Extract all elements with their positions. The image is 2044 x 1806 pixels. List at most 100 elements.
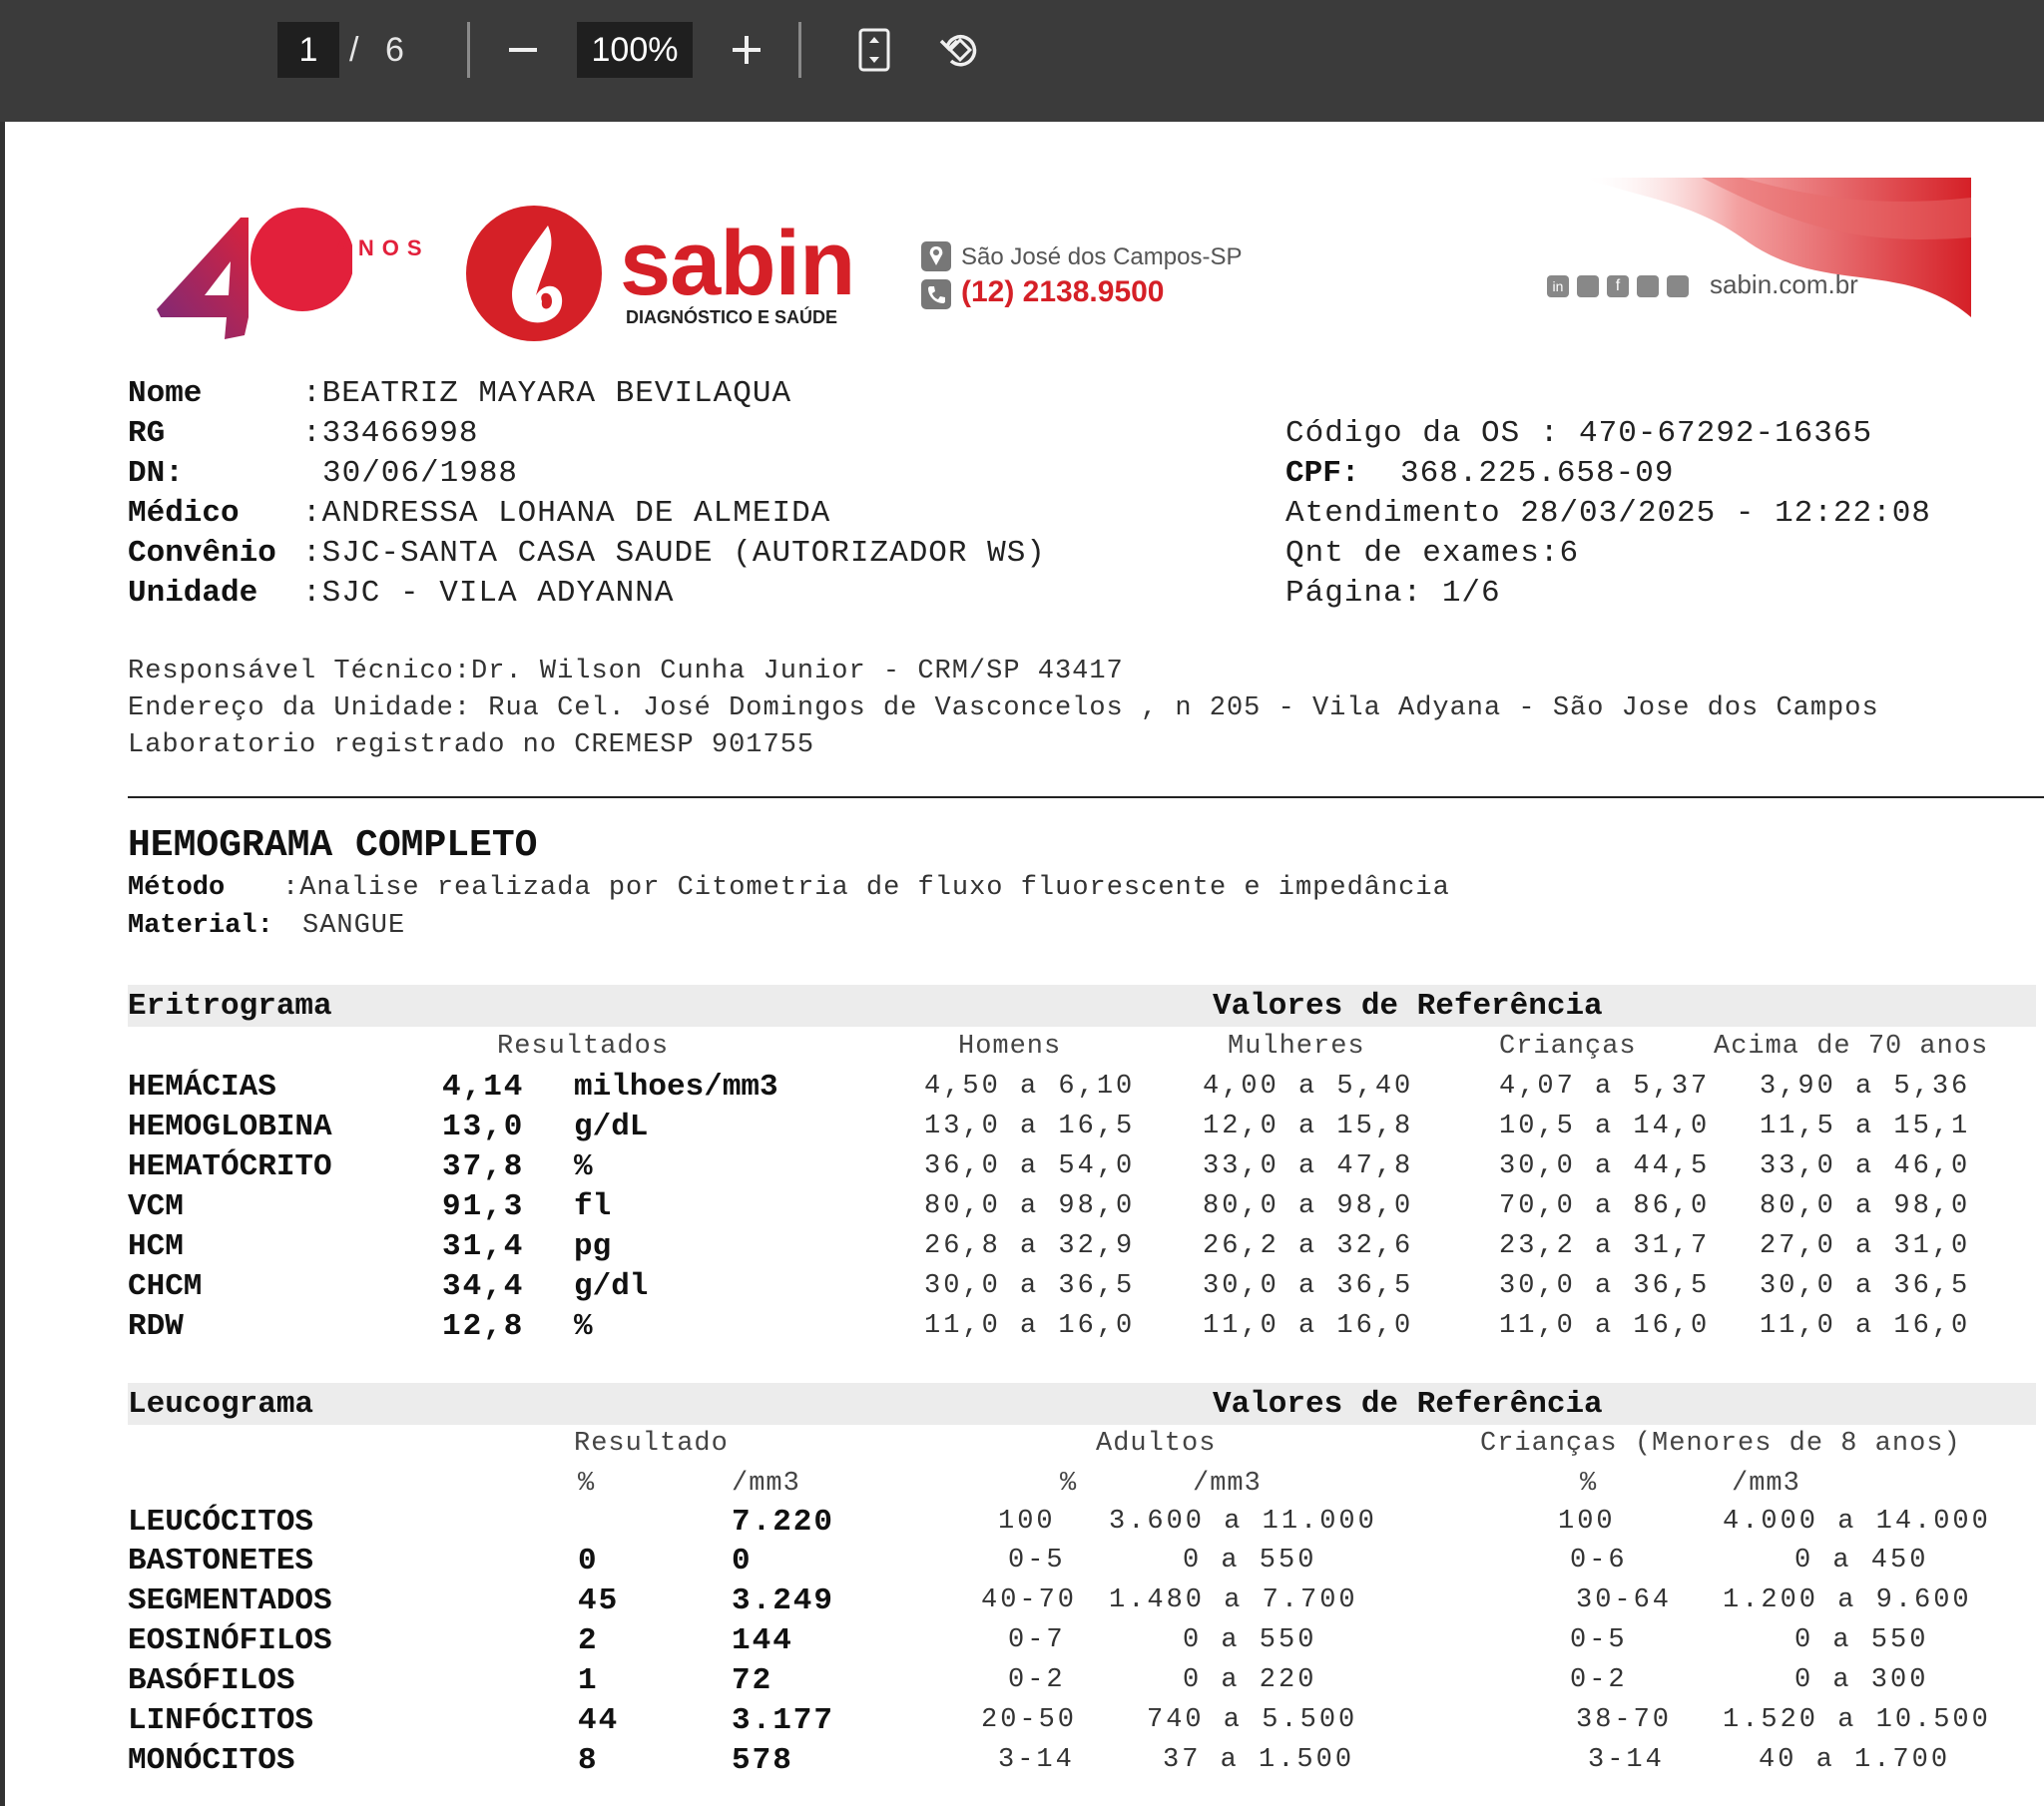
ref-homens: 80,0 a 98,0 xyxy=(924,1191,1136,1221)
pagina: Página: 1/6 xyxy=(1285,576,1501,611)
row-name: HEMATÓCRITO xyxy=(128,1149,332,1184)
ref-homens: 36,0 a 54,0 xyxy=(924,1151,1136,1181)
medico-label: Médico xyxy=(128,496,240,531)
ref-criancas-pct: 100 xyxy=(1558,1507,1616,1537)
ref-criancas: 4,07 a 5,37 xyxy=(1499,1072,1711,1102)
sub-mm3: /mm3 xyxy=(1732,1469,1800,1499)
ref-acima70: 30,0 a 36,5 xyxy=(1760,1271,1971,1301)
zoom-in-icon[interactable] xyxy=(719,22,774,78)
eritrograma-header-band xyxy=(128,985,2036,1027)
cpf-label: CPF: xyxy=(1285,456,1360,491)
ref-adultos-pct: 40-70 xyxy=(981,1585,1078,1615)
ref-acima70: 11,5 a 15,1 xyxy=(1760,1112,1971,1141)
twitter-icon[interactable] xyxy=(1577,275,1599,297)
anniversary-logo: ANOS xyxy=(153,200,442,339)
row-name: HEMOGLOBINA xyxy=(128,1110,332,1144)
nome-label: Nome xyxy=(128,376,203,411)
row-name: EOSINÓFILOS xyxy=(128,1623,332,1658)
exam-title: HEMOGRAMA COMPLETO xyxy=(128,824,538,867)
instagram-icon[interactable] xyxy=(1637,275,1659,297)
material-label: Material: xyxy=(128,911,273,941)
phone-icon xyxy=(921,279,951,314)
zoom-out-icon[interactable] xyxy=(495,22,551,78)
ref-criancas-pct: 0-5 xyxy=(1570,1625,1628,1655)
ref-adultos-range: 0 a 220 xyxy=(1183,1665,1317,1695)
row-mm3: 72 xyxy=(732,1663,773,1698)
row-pct: 8 xyxy=(578,1743,599,1778)
row-name: LEUCÓCITOS xyxy=(128,1505,314,1540)
qnt-exames: Qnt de exames:6 xyxy=(1285,536,1580,571)
row-value: 37,8 xyxy=(442,1149,525,1184)
row-name: BASTONETES xyxy=(128,1544,314,1579)
ref-criancas-pct: 38-70 xyxy=(1576,1705,1673,1735)
ref-homens: 13,0 a 16,5 xyxy=(924,1112,1136,1141)
fit-page-icon[interactable] xyxy=(846,22,902,78)
ref-adultos-range: 3.600 a 11.000 xyxy=(1109,1507,1377,1537)
lab-city: São José dos Campos-SP xyxy=(961,243,1243,270)
row-pct: 44 xyxy=(578,1703,620,1738)
ref-adultos-pct: 100 xyxy=(998,1507,1056,1537)
decorative-ribbon xyxy=(1582,178,1971,332)
row-name: HEMÁCIAS xyxy=(128,1070,276,1105)
ref-acima70: 80,0 a 98,0 xyxy=(1760,1191,1971,1221)
ref-adultos-pct: 0-2 xyxy=(1008,1665,1066,1695)
ref-adultos-pct: 0-7 xyxy=(1008,1625,1066,1655)
codigo-os: Código da OS : 470-67292-16365 xyxy=(1285,416,1873,451)
row-name: HCM xyxy=(128,1229,184,1264)
website-link[interactable]: sabin.com.br xyxy=(1710,269,1858,300)
row-value: 13,0 xyxy=(442,1110,525,1144)
row-value: 31,4 xyxy=(442,1229,525,1264)
row-unit: pg xyxy=(574,1229,612,1264)
ref-adultos-pct: 3-14 xyxy=(998,1745,1075,1775)
ref-mulheres: 80,0 a 98,0 xyxy=(1203,1191,1414,1221)
ref-criancas-pct: 30-64 xyxy=(1576,1585,1673,1615)
endereco-unidade: Endereço da Unidade: Rua Cel. José Domin… xyxy=(128,693,1879,723)
col-resultado: Resultado xyxy=(574,1429,729,1459)
ref-criancas: 23,2 a 31,7 xyxy=(1499,1231,1711,1261)
row-unit: fl xyxy=(574,1189,612,1224)
linkedin-icon[interactable]: in xyxy=(1547,275,1569,297)
rg-value: :33466998 xyxy=(302,416,479,451)
youtube-icon[interactable] xyxy=(1667,275,1689,297)
page-number-input[interactable]: 1 xyxy=(277,22,339,78)
rotate-icon[interactable] xyxy=(932,22,988,78)
row-unit: milhoes/mm3 xyxy=(574,1070,778,1105)
ref-homens: 30,0 a 36,5 xyxy=(924,1271,1136,1301)
row-pct: 1 xyxy=(578,1663,599,1698)
col-adultos: Adultos xyxy=(1096,1429,1217,1459)
lab-phone: (12) 2138.9500 xyxy=(961,275,1165,308)
anniversary-word: ANOS xyxy=(334,235,430,260)
ref-acima70: 27,0 a 31,0 xyxy=(1760,1231,1971,1261)
row-name: MONÓCITOS xyxy=(128,1743,295,1778)
dn-label: DN: xyxy=(128,456,184,491)
ref-criancas-range: 1.200 a 9.600 xyxy=(1723,1585,1972,1615)
toolbar-divider xyxy=(467,22,470,78)
convenio-label: Convênio xyxy=(128,536,276,571)
row-pct: 45 xyxy=(578,1583,620,1618)
ref-adultos-pct: 20-50 xyxy=(981,1705,1078,1735)
row-unit: g/dl xyxy=(574,1269,649,1304)
atendimento: Atendimento 28/03/2025 - 12:22:08 xyxy=(1285,496,1931,531)
ref-criancas-range: 0 a 450 xyxy=(1794,1546,1929,1576)
col-criancas: Crianças xyxy=(1499,1032,1637,1062)
ref-criancas: 30,0 a 36,5 xyxy=(1499,1271,1711,1301)
zoom-level[interactable]: 100% xyxy=(577,22,693,78)
col-resultados: Resultados xyxy=(497,1032,670,1062)
col-criancas-menores: Crianças (Menores de 8 anos) xyxy=(1480,1429,1961,1459)
metodo-value: :Analise realizada por Citometria de flu… xyxy=(282,873,1450,903)
facebook-icon[interactable]: f xyxy=(1607,275,1629,297)
sub-mm3: /mm3 xyxy=(732,1469,800,1499)
rg-label: RG xyxy=(128,416,166,451)
ref-criancas-range: 1.520 a 10.500 xyxy=(1723,1705,1991,1735)
ref-criancas-pct: 3-14 xyxy=(1588,1745,1665,1775)
ref-criancas: 11,0 a 16,0 xyxy=(1499,1311,1711,1341)
leucograma-title: Leucograma xyxy=(128,1387,314,1422)
unidade-value: :SJC - VILA ADYANNA xyxy=(302,576,675,611)
divider xyxy=(128,796,2044,798)
location-icon xyxy=(921,241,951,276)
page-separator: / xyxy=(349,31,359,69)
col-homens: Homens xyxy=(958,1032,1062,1062)
row-value: 91,3 xyxy=(442,1189,525,1224)
row-mm3: 3.249 xyxy=(732,1583,835,1618)
ref-criancas: 10,5 a 14,0 xyxy=(1499,1112,1711,1141)
